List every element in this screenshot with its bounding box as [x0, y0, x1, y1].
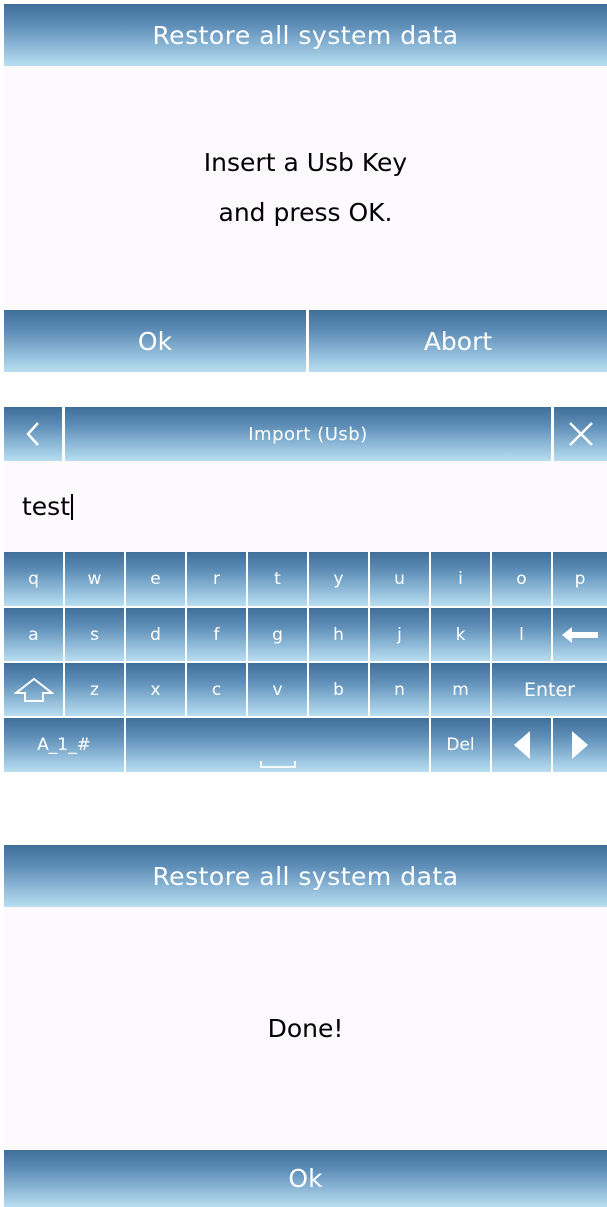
key-label: n — [394, 679, 405, 700]
key-label: d — [150, 624, 161, 645]
dialog1-abort-label: Abort — [423, 326, 493, 356]
text-input-area[interactable] — [4, 461, 607, 552]
key-label: o — [516, 569, 527, 589]
key-o[interactable]: o — [492, 552, 551, 606]
enter-label: Enter — [524, 678, 575, 701]
dialog2-ok-button[interactable]: Ok — [4, 1150, 607, 1207]
triangle-right-icon — [572, 731, 588, 759]
backspace-arrow-icon — [562, 626, 598, 643]
key-a[interactable]: a — [4, 608, 63, 661]
key-label: v — [272, 679, 283, 700]
text-cursor — [71, 494, 74, 520]
key-j[interactable]: j — [370, 608, 429, 661]
key-label: f — [213, 624, 220, 645]
dialog1-message-line2: and press OK. — [218, 198, 393, 227]
key-z[interactable]: z — [65, 663, 124, 716]
key-y[interactable]: y — [309, 552, 368, 606]
key-r[interactable]: r — [187, 552, 246, 606]
dialog2-title-bar: Restore all system data — [4, 845, 607, 907]
key-b[interactable]: b — [309, 663, 368, 716]
dialog2-title: Restore all system data — [152, 861, 459, 891]
key-p[interactable]: p — [553, 552, 607, 606]
key-s[interactable]: s — [65, 608, 124, 661]
key-label: c — [211, 679, 222, 700]
key-m[interactable]: m — [431, 663, 490, 716]
dialog2-message: Done! — [267, 1013, 344, 1043]
close-icon — [568, 422, 593, 446]
key-label: q — [28, 569, 39, 589]
key-v[interactable]: v — [248, 663, 307, 716]
key-w[interactable]: w — [65, 552, 124, 606]
dialog1-ok-button[interactable]: Ok — [4, 310, 306, 372]
text-input-value: test — [22, 492, 71, 521]
key-label: y — [333, 569, 344, 589]
key-label: h — [333, 624, 344, 645]
dialog1-ok-label: Ok — [137, 326, 173, 356]
del-label: Del — [446, 735, 475, 755]
key-label: p — [574, 569, 586, 589]
mode-switch-key[interactable]: A_1_# — [4, 718, 124, 772]
dialog1-abort-button[interactable]: Abort — [309, 310, 607, 372]
key-n[interactable]: n — [370, 663, 429, 716]
cursor-right-key[interactable] — [553, 718, 607, 772]
key-label: e — [150, 569, 161, 589]
key-x[interactable]: x — [126, 663, 185, 716]
key-f[interactable]: f — [187, 608, 246, 661]
key-g[interactable]: g — [248, 608, 307, 661]
key-label: g — [272, 624, 283, 645]
dialog2-ok-label: Ok — [288, 1164, 323, 1193]
key-label: k — [455, 624, 466, 645]
key-label: r — [213, 569, 220, 589]
key-k[interactable]: k — [431, 608, 490, 661]
key-u[interactable]: u — [370, 552, 429, 606]
key-c[interactable]: c — [187, 663, 246, 716]
backspace-key[interactable] — [553, 608, 607, 661]
key-label: u — [394, 569, 405, 589]
dialog1-title: Restore all system data — [152, 20, 459, 50]
dialog1-message-panel: Insert a Usb Key and press OK. — [4, 66, 607, 310]
keyboard-title: Import (Usb) — [248, 423, 368, 445]
on-screen-keyboard: q w e r t y u i o p a s d f g h j k l z … — [4, 552, 607, 772]
key-q[interactable]: q — [4, 552, 63, 606]
shift-key[interactable] — [4, 663, 63, 716]
dialog1-message-line1: Insert a Usb Key — [203, 148, 408, 177]
key-label: a — [28, 624, 39, 645]
key-label: l — [519, 624, 524, 645]
cursor-left-key[interactable] — [492, 718, 551, 772]
back-button[interactable] — [4, 407, 62, 461]
key-label: i — [458, 569, 463, 589]
key-l[interactable]: l — [492, 608, 551, 661]
key-label: j — [397, 624, 402, 645]
dialog1-title-bar: Restore all system data — [4, 4, 607, 66]
key-label: z — [90, 679, 99, 700]
space-key[interactable] — [126, 718, 429, 772]
key-h[interactable]: h — [309, 608, 368, 661]
enter-key[interactable]: Enter — [492, 663, 607, 716]
key-t[interactable]: t — [248, 552, 307, 606]
close-button[interactable] — [554, 407, 607, 461]
key-d[interactable]: d — [126, 608, 185, 661]
delete-key[interactable]: Del — [431, 718, 490, 772]
key-label: b — [333, 679, 344, 700]
key-label: w — [87, 569, 102, 589]
chevron-left-icon — [26, 422, 39, 446]
triangle-left-icon — [513, 731, 530, 759]
mode-label: A_1_# — [37, 735, 91, 755]
shift-up-arrow-icon — [13, 677, 54, 702]
dialog2-message-panel: Done! — [4, 907, 607, 1150]
keyboard-title-bar: Import (Usb) — [65, 407, 551, 461]
key-label: t — [274, 569, 281, 589]
space-icon — [259, 761, 296, 768]
key-label: m — [452, 679, 469, 700]
key-label: s — [90, 624, 99, 645]
key-i[interactable]: i — [431, 552, 490, 606]
key-label: x — [150, 679, 161, 700]
text-input[interactable]: test — [22, 492, 74, 521]
key-e[interactable]: e — [126, 552, 185, 606]
